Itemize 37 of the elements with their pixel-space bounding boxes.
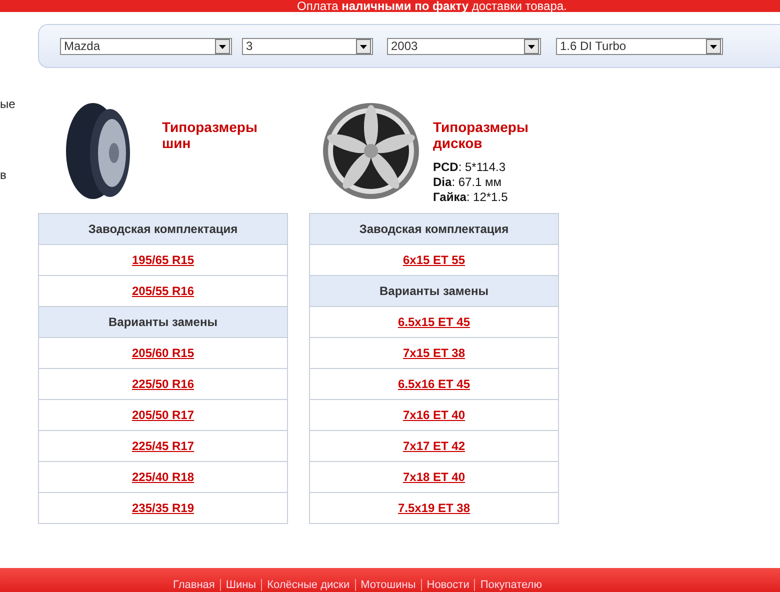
footer-link[interactable]: Главная (168, 579, 220, 591)
table-header-text: Варианты замены (108, 315, 218, 329)
spec-text: Гайка: 12*1.5 (433, 190, 509, 205)
dropdown-select[interactable]: 3 (242, 38, 373, 54)
dropdown-select[interactable]: 1.6 DI Turbo (556, 38, 723, 54)
size-link[interactable]: 225/50 R16 (132, 377, 194, 391)
size-link[interactable]: 225/40 R18 (132, 470, 194, 484)
spec-text: Dia: 67.1 мм (433, 175, 503, 190)
truncated-text: ые (0, 97, 16, 111)
spec-text: PCD: 5*114.3 (433, 160, 506, 175)
size-link[interactable]: 235/35 R19 (132, 501, 194, 515)
truncated-text: в (0, 168, 6, 182)
size-link[interactable]: 195/65 R15 (132, 253, 194, 267)
table-header-text: Варианты замены (380, 284, 488, 298)
section-title: Типоразмеры шин (162, 119, 258, 151)
footer-link[interactable]: Новости (420, 579, 474, 591)
size-link[interactable]: 7x17 ET 42 (402, 439, 466, 453)
size-link[interactable]: 6.5x16 ET 45 (398, 377, 470, 391)
size-link[interactable]: 6x15 ET 55 (402, 253, 466, 267)
size-link[interactable]: 7x16 ET 40 (402, 408, 466, 422)
size-link[interactable]: 7x18 ET 40 (402, 470, 466, 484)
size-link[interactable]: 225/45 R17 (132, 439, 194, 453)
table-header-text: Заводская комплектация (359, 222, 509, 236)
dropdown-select[interactable]: 2003 (387, 38, 541, 54)
footer-link[interactable]: Шины (220, 579, 262, 591)
dropdown-select[interactable]: Mazda (60, 38, 232, 54)
table-header-text: Заводская комплектация (88, 222, 238, 236)
size-link[interactable]: 205/55 R16 (132, 284, 194, 298)
size-link[interactable]: 205/50 R17 (132, 408, 194, 422)
size-link[interactable]: 6.5x15 ET 45 (398, 315, 470, 329)
footer-link[interactable]: Мотошины (354, 579, 421, 591)
section-title: Типоразмеры дисков (433, 119, 530, 151)
footer-link[interactable]: Покупателю (474, 579, 547, 591)
footer-link[interactable]: Колёсные диски (261, 579, 355, 591)
size-link[interactable]: 205/60 R15 (132, 346, 194, 360)
size-link[interactable]: 7.5x19 ET 38 (398, 501, 470, 515)
size-link[interactable]: 7x15 ET 38 (402, 346, 466, 360)
